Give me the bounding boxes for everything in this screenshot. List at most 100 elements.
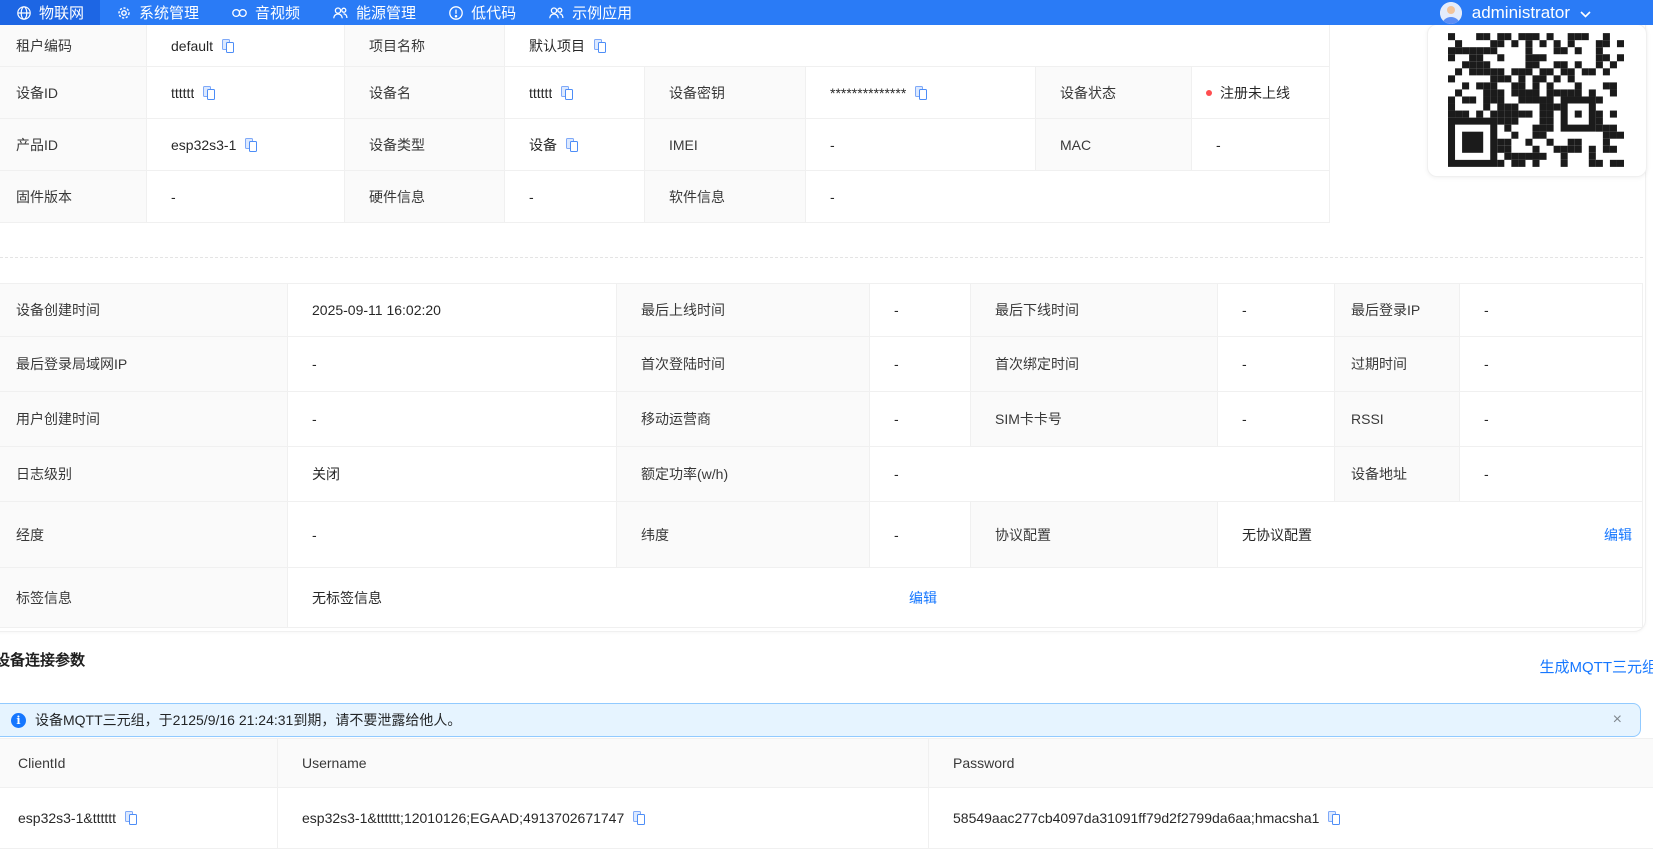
chevron-down-icon [1580, 3, 1591, 23]
field-label: 设备创建时间 [0, 284, 288, 337]
field-label: 设备类型 [345, 119, 505, 171]
field-value: - [870, 392, 971, 447]
field-value: - [1218, 392, 1335, 447]
status-dot-icon [1206, 89, 1212, 96]
field-value: - [1460, 284, 1643, 337]
field-label: 日志级别 [0, 447, 288, 502]
nav-item-iot[interactable]: 物联网 [0, 0, 101, 25]
close-icon[interactable]: × [1611, 710, 1624, 730]
field-label: 最后登录局域网IP [0, 337, 288, 392]
field-value: - [288, 392, 617, 447]
username-value: esp32s3-1&tttttt;12010126;EGAAD;49137026… [278, 788, 929, 849]
device-qr-card [1427, 24, 1647, 177]
field-label: 产品ID [0, 119, 147, 171]
copy-icon[interactable] [566, 137, 578, 152]
qr-code [1448, 33, 1624, 167]
field-value: esp32s3-1 [147, 119, 345, 171]
field-value: - [505, 171, 645, 223]
nav-item-label: 系统管理 [139, 5, 200, 22]
connection-section-title: 设备连接参数 [0, 652, 86, 669]
column-header-clientid: ClientId [0, 739, 278, 788]
energy-users-icon [332, 5, 349, 21]
nav-item-label: 物联网 [39, 5, 85, 22]
copy-icon[interactable] [561, 85, 574, 100]
device-basic-table: 租户编码 default 项目名称 默认项目 设备ID tttttt 设备名 t… [0, 25, 1330, 223]
username-label: administrator [1471, 2, 1570, 22]
device-detail-table: 设备创建时间 2025-09-11 16:02:20 最后上线时间 - 最后下线… [0, 283, 1643, 628]
field-label: 最后上线时间 [617, 284, 870, 337]
protocol-config-value: 无协议配置 编辑 [1218, 502, 1643, 568]
field-label: 额定功率(w/h) [617, 447, 870, 502]
lowcode-icon [448, 5, 464, 21]
field-label: 最后登录IP [1335, 284, 1460, 337]
field-label: 设备ID [0, 67, 147, 119]
field-value: - [1460, 447, 1643, 502]
clientid-value: esp32s3-1&tttttt [0, 788, 278, 849]
password-value: 58549aac277cb4097da31091ff79d2f2799da6aa… [929, 788, 1653, 849]
field-label: 最后下线时间 [971, 284, 1218, 337]
field-value: - [1460, 337, 1643, 392]
field-value: - [1460, 392, 1643, 447]
gear-icon [116, 5, 132, 21]
field-value: - [806, 119, 1036, 171]
generate-mqtt-link[interactable]: 生成MQTT三元组 [1540, 656, 1653, 677]
edit-protocol-link[interactable]: 编辑 [1604, 525, 1632, 545]
field-label: RSSI [1335, 392, 1460, 447]
field-value: - [1192, 119, 1330, 171]
nav-item-system[interactable]: 系统管理 [100, 0, 215, 25]
field-label: 硬件信息 [345, 171, 505, 223]
field-value: 默认项目 [505, 25, 1330, 67]
field-value: - [870, 284, 971, 337]
column-header-username: Username [278, 739, 929, 788]
field-value: - [288, 337, 617, 392]
field-label: 标签信息 [0, 568, 288, 628]
field-label: 项目名称 [345, 25, 505, 67]
field-value: 设备 [505, 119, 645, 171]
top-navbar: 物联网 系统管理 音视频 能源管理 低代码 示例应用 administrator [0, 0, 1653, 25]
copy-icon[interactable] [594, 38, 606, 53]
field-label: 协议配置 [971, 502, 1218, 568]
copy-icon[interactable] [203, 85, 216, 100]
device-status-badge: 注册未上线 [1192, 67, 1330, 119]
field-value: default [147, 25, 345, 67]
iot-globe-icon [16, 5, 32, 21]
nav-item-lowcode[interactable]: 低代码 [432, 0, 532, 25]
apps-users-icon [548, 5, 565, 21]
copy-icon[interactable] [633, 811, 646, 825]
copy-icon[interactable] [222, 38, 235, 53]
copy-icon[interactable] [1328, 811, 1341, 825]
nav-item-energy[interactable]: 能源管理 [316, 0, 432, 25]
field-label: 设备地址 [1335, 447, 1460, 502]
field-value: - [870, 502, 971, 568]
copy-icon[interactable] [245, 137, 258, 152]
field-label: 软件信息 [645, 171, 806, 223]
nav-item-label: 能源管理 [356, 5, 417, 22]
nav-item-audio-video[interactable]: 音视频 [215, 0, 316, 25]
copy-icon[interactable] [125, 811, 138, 825]
mqtt-expiry-banner: i 设备MQTT三元组，于2125/9/16 21:24:31到期，请不要泄露给… [0, 703, 1641, 737]
field-value: - [806, 171, 1330, 223]
field-label: 经度 [0, 502, 288, 568]
copy-icon[interactable] [915, 85, 928, 100]
field-label: MAC [1036, 119, 1192, 171]
field-label: SIM卡卡号 [971, 392, 1218, 447]
avatar [1439, 1, 1462, 24]
field-value: - [870, 337, 971, 392]
field-label: 过期时间 [1335, 337, 1460, 392]
field-value: - [1218, 337, 1335, 392]
nav-item-label: 示例应用 [572, 5, 633, 22]
user-menu[interactable]: administrator [1439, 0, 1591, 25]
audio-video-icon [231, 5, 248, 21]
field-label: IMEI [645, 119, 806, 171]
mqtt-credentials-table: ClientId Username Password esp32s3-1&ttt… [0, 738, 1653, 849]
field-label: 设备状态 [1036, 67, 1192, 119]
field-value: tttttt [505, 67, 645, 119]
nav-item-demo-apps[interactable]: 示例应用 [532, 0, 648, 25]
field-value: - [1218, 284, 1335, 337]
field-value: ************** [806, 67, 1036, 119]
field-label: 固件版本 [0, 171, 147, 223]
field-value: - [870, 447, 1335, 502]
column-header-password: Password [929, 739, 1653, 788]
field-label: 设备密钥 [645, 67, 806, 119]
edit-tags-link[interactable]: 编辑 [909, 588, 937, 608]
